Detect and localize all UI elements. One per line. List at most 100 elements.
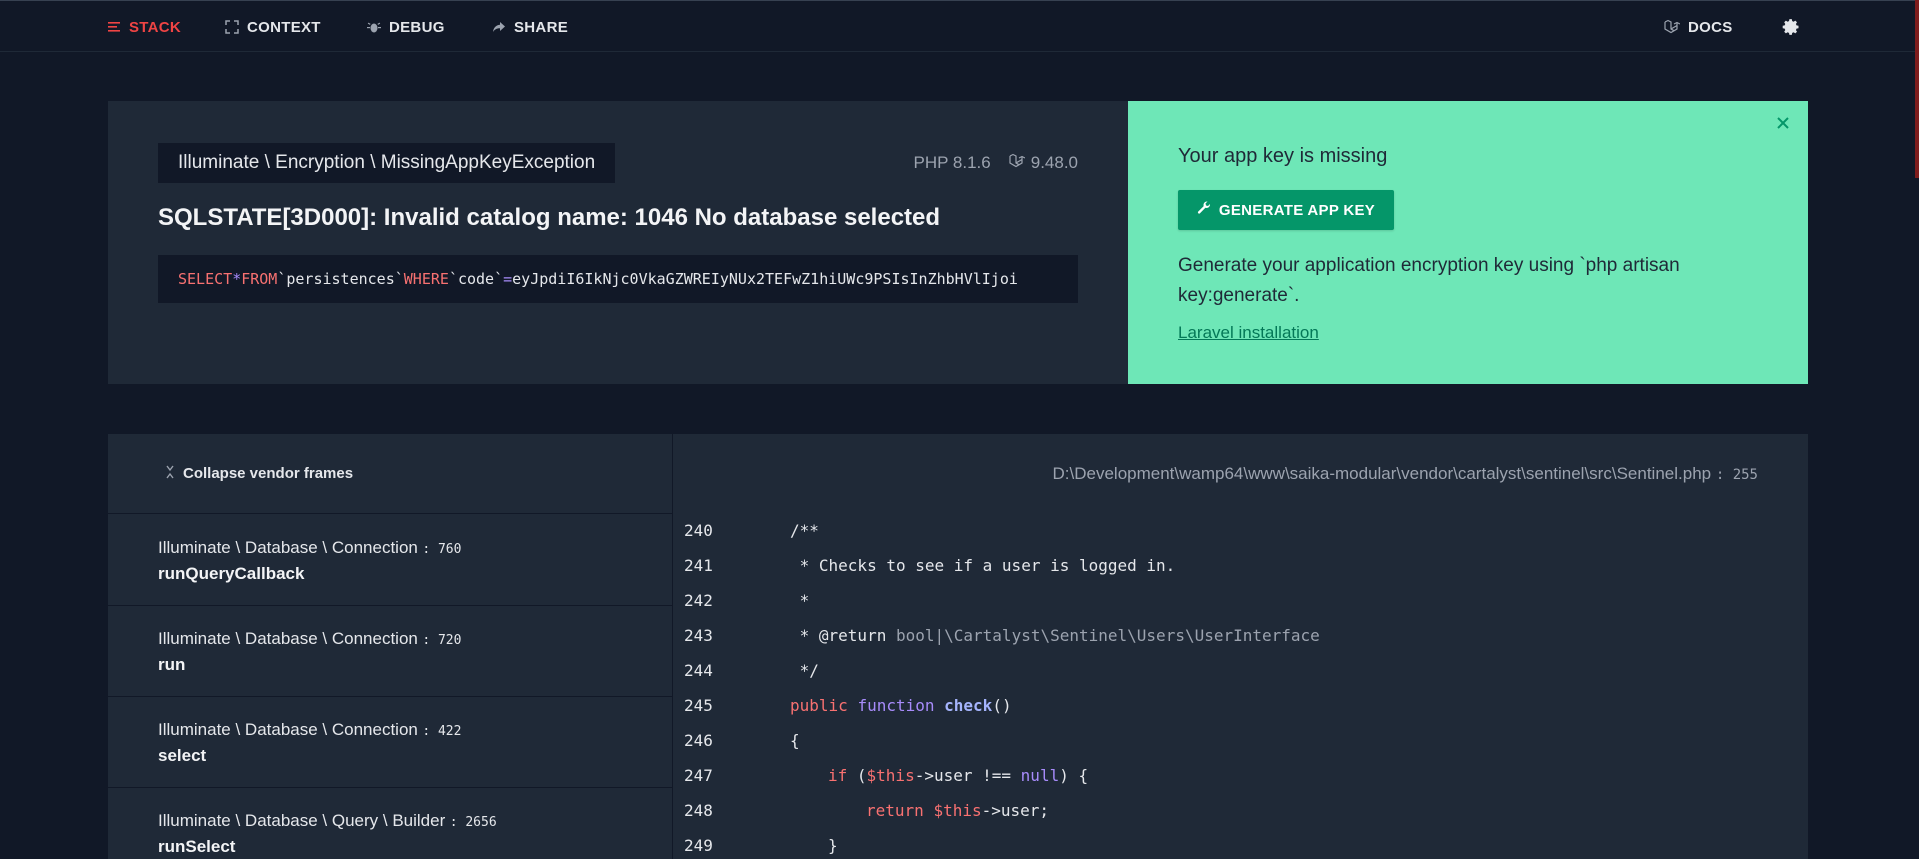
debug-icon <box>367 20 381 34</box>
stack-trace-card: Collapse vendor frames Illuminate \ Data… <box>108 434 1808 859</box>
code-text: * <box>790 591 810 610</box>
code-viewer: D:\Development\wamp64\www\saika-modular\… <box>674 434 1808 859</box>
sql-star: * <box>232 270 242 288</box>
sql-keyword-from: FROM <box>241 270 278 288</box>
solution-card: Your app key is missing GENERATE APP KEY… <box>1128 101 1808 384</box>
nav-share-label: SHARE <box>514 18 569 36</box>
frame-class: Illuminate \ Database \ Connection <box>158 720 418 739</box>
wrench-icon <box>1197 201 1211 219</box>
line-number: 245 <box>684 696 713 715</box>
line-number: 248 <box>684 801 713 820</box>
code-text: * Checks to see if a user is logged in. <box>790 556 1176 575</box>
collapse-vendor-frames-button[interactable]: Collapse vendor frames <box>108 434 673 514</box>
collapse-icon <box>165 465 175 482</box>
frame-line: : 720 <box>422 633 462 648</box>
frame-line: : 422 <box>422 724 462 739</box>
sql-operator: = <box>503 270 513 288</box>
nav-context[interactable]: CONTEXT <box>225 1 321 53</box>
solution-description: Generate your application encryption key… <box>1178 255 1680 306</box>
frame-class: Illuminate \ Database \ Connection <box>158 629 418 648</box>
top-navigation: STACK CONTEXT DEBUG SHARE DOCS <box>0 0 1919 52</box>
solution-title: Your app key is missing <box>1178 145 1388 167</box>
code-text: { <box>790 731 800 750</box>
stack-frame[interactable]: Illuminate \ Database \ Connection : 720… <box>108 606 673 697</box>
nav-stack[interactable]: STACK <box>107 1 181 53</box>
code-text: * @return bool|\Cartalyst\Sentinel\Users… <box>790 626 1320 645</box>
file-ext: .php <box>1678 464 1712 483</box>
frame-method: runQueryCallback <box>158 564 305 583</box>
frame-class: Illuminate \ Database \ Connection <box>158 538 418 557</box>
sql-fade <box>1038 255 1078 303</box>
php-version: PHP 8.1.6 <box>913 153 991 172</box>
code-line: 249 } <box>674 828 1808 859</box>
line-number: 246 <box>684 731 713 750</box>
code-text: } <box>828 836 838 855</box>
file-path[interactable]: D:\Development\wamp64\www\saika-modular\… <box>1053 464 1758 484</box>
nav-context-label: CONTEXT <box>247 18 321 36</box>
sql-column: `code` <box>448 270 504 288</box>
line-number: 242 <box>684 591 713 610</box>
frames-list: Collapse vendor frames Illuminate \ Data… <box>108 434 673 859</box>
laravel-version: 9.48.0 <box>1030 153 1078 172</box>
frame-method: select <box>158 746 207 765</box>
stack-frame[interactable]: Illuminate \ Database \ Query \ Builder … <box>108 788 673 859</box>
stack-icon <box>107 20 121 34</box>
gear-icon <box>1782 18 1800 36</box>
exception-class: Illuminate \ Encryption \ MissingAppKeyE… <box>158 143 616 183</box>
sql-keyword-select: SELECT <box>178 270 233 288</box>
nav-docs-label: DOCS <box>1688 18 1733 36</box>
laravel-icon <box>1009 153 1026 174</box>
frame-class: Illuminate \ Database \ Query \ Builder <box>158 811 446 830</box>
code-line: 248 return $this->user; <box>674 793 1808 828</box>
line-number: 249 <box>684 836 713 855</box>
code-text: */ <box>790 661 819 680</box>
code-line: 244 */ <box>674 653 1808 688</box>
line-number: 247 <box>684 766 713 785</box>
nav-debug-label: DEBUG <box>389 18 445 36</box>
file-line: : 255 <box>1715 467 1758 483</box>
settings-button[interactable] <box>1782 1 1800 53</box>
frame-method: run <box>158 655 186 674</box>
sql-value: eyJpdiI6IkNjc0VkaGZWREIyNUx2TEFwZ1hiUWc9… <box>512 270 1018 288</box>
exception-meta: PHP 8.1.6 9.48.0 <box>914 151 1078 175</box>
line-number: 241 <box>684 556 713 575</box>
stack-frame[interactable]: Illuminate \ Database \ Connection : 760… <box>108 515 673 606</box>
laravel-installation-link[interactable]: Laravel installation <box>1178 323 1319 343</box>
nav-docs[interactable]: DOCS <box>1664 1 1733 53</box>
laravel-icon <box>1664 19 1680 35</box>
exception-message: SQLSTATE[3D000]: Invalid catalog name: 1… <box>158 204 941 231</box>
sql-query: SELECT * FROM `persistences` WHERE `code… <box>158 255 1078 303</box>
frame-line: : 760 <box>422 542 462 557</box>
share-icon <box>492 20 506 34</box>
code-line: 241 * Checks to see if a user is logged … <box>674 548 1808 583</box>
code-line: 240 /** <box>674 513 1808 548</box>
line-number: 243 <box>684 626 713 645</box>
code-line: 246 { <box>674 723 1808 758</box>
collapse-label: Collapse vendor frames <box>183 465 354 482</box>
generate-app-key-button[interactable]: GENERATE APP KEY <box>1178 190 1394 230</box>
frame-line: : 2656 <box>449 815 497 830</box>
scrollbar-thumb[interactable] <box>1915 0 1919 178</box>
line-number: 240 <box>684 521 713 540</box>
generate-app-key-label: GENERATE APP KEY <box>1218 201 1376 219</box>
sql-keyword-where: WHERE <box>403 270 449 288</box>
frame-method: runSelect <box>158 837 236 856</box>
code-text: return $this->user; <box>866 801 1050 820</box>
code-text: public function check() <box>790 696 1012 715</box>
close-icon[interactable] <box>1776 113 1790 136</box>
code-text: /** <box>790 521 819 540</box>
sql-table: `persistences` <box>277 270 404 288</box>
file-path-text: D:\Development\wamp64\www\saika-modular\… <box>1052 464 1679 483</box>
nav-share[interactable]: SHARE <box>492 1 568 53</box>
code-line: 245 public function check() <box>674 688 1808 723</box>
code-text: if ($this->user !== null) { <box>828 766 1089 785</box>
nav-debug[interactable]: DEBUG <box>367 1 445 53</box>
code-line: 247 if ($this->user !== null) { <box>674 758 1808 793</box>
nav-stack-label: STACK <box>129 18 182 36</box>
exception-card: Illuminate \ Encryption \ MissingAppKeyE… <box>108 101 1128 384</box>
stack-frame[interactable]: Illuminate \ Database \ Connection : 422… <box>108 697 673 788</box>
code-line: 242 * <box>674 583 1808 618</box>
context-icon <box>225 20 239 34</box>
code-line: 243 * @return bool|\Cartalyst\Sentinel\U… <box>674 618 1808 653</box>
line-number: 244 <box>684 661 713 680</box>
